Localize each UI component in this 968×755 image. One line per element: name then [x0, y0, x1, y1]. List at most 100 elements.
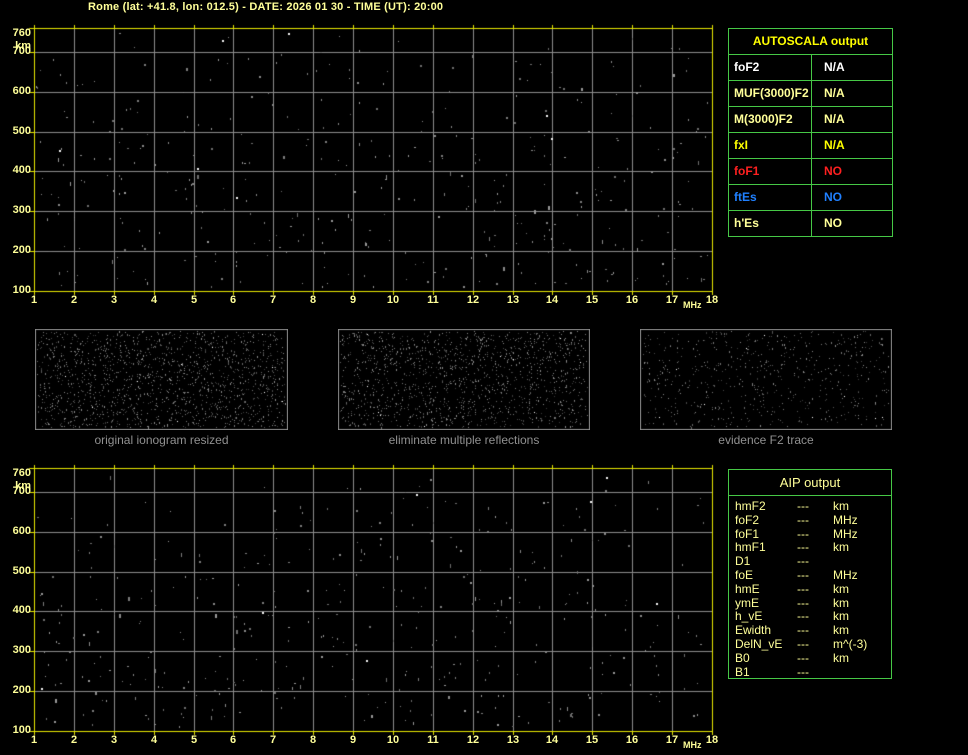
x-axis-tick-label: 17	[665, 294, 679, 306]
aip-param-value: ---	[797, 609, 809, 624]
x-axis-tick-label: 9	[349, 294, 357, 306]
autoscala-param-value: N/A	[824, 60, 845, 74]
autoscala-param-label: foF2	[729, 55, 812, 80]
autoscala-param-value: N/A	[824, 86, 845, 100]
aip-row: hmF1 --- km	[729, 541, 891, 555]
aip-param-value: ---	[797, 664, 809, 679]
x-axis-tick-label: 6	[229, 734, 237, 746]
aip-param-value: ---	[797, 595, 809, 610]
aip-row: Ewidth --- km	[729, 623, 891, 638]
autoscala-param-value: NO	[824, 190, 842, 204]
aip-param-value: ---	[797, 540, 809, 555]
aip-param-unit: MHz	[833, 526, 858, 541]
autoscala-row: MUF(3000)F2 N/A	[729, 81, 892, 107]
aip-param-value: ---	[797, 636, 809, 651]
x-axis-tick-label: 9	[349, 734, 357, 746]
aip-param-value: ---	[797, 499, 809, 513]
x-axis-tick-label: 8	[309, 734, 317, 746]
x-axis-tick-label: 7	[269, 294, 277, 306]
aip-param-unit: km	[833, 595, 849, 610]
x-axis-tick-label: 18	[705, 734, 719, 746]
y-axis-tick-label: 400	[12, 164, 31, 177]
y-axis-tick-label: 600	[12, 84, 31, 97]
panel-caption-original-ionogram: original ionogram resized	[94, 433, 229, 447]
aip-param-label: foF2	[735, 512, 760, 527]
aip-param-label: foE	[735, 567, 754, 582]
x-axis-tick-label: 11	[427, 734, 439, 746]
aip-param-value: ---	[797, 581, 809, 596]
aip-row: hmF2 --- km	[729, 499, 891, 514]
aip-row: foE --- MHz	[729, 567, 891, 583]
y-axis-tick-label: 600	[12, 524, 31, 537]
x-axis-tick-label: 2	[70, 734, 78, 746]
aip-param-label: hmE	[735, 581, 760, 596]
y-axis-tick-label: 200	[12, 244, 31, 257]
aip-param-unit: km	[833, 499, 849, 513]
y-axis-unit-label: km	[15, 40, 31, 52]
autoscala-param-label: foF1	[729, 159, 812, 184]
aip-param-unit	[833, 555, 891, 569]
autoscala-param-value: NO	[824, 216, 842, 230]
autoscala-param-label: M(3000)F2	[729, 107, 812, 132]
aip-param-label: B0	[735, 650, 750, 665]
aip-param-label: foF1	[735, 526, 760, 541]
aip-param-value: ---	[797, 623, 809, 638]
autoscala-row: foF1 NO	[729, 159, 892, 185]
aip-param-label: DelN_vE	[735, 636, 783, 651]
x-axis-tick-label: 17	[665, 734, 679, 746]
y-axis-tick-label: 300	[12, 644, 31, 657]
aip-param-unit	[833, 666, 891, 680]
autoscala-table-title: AUTOSCALA output	[729, 29, 892, 55]
aip-param-label: hmF2	[735, 499, 766, 513]
aip-row: foF1 --- MHz	[729, 526, 891, 542]
aip-row: ymE --- km	[729, 595, 891, 611]
ionogram-plot-bottom	[27, 461, 719, 743]
autoscala-param-label: ftEs	[729, 185, 812, 210]
x-axis-tick-label: 15	[585, 294, 599, 306]
x-axis-tick-label: 16	[625, 734, 639, 746]
aip-param-label: Ewidth	[735, 623, 772, 638]
x-axis-tick-label: 14	[545, 734, 559, 746]
aip-row: hmE --- km	[729, 581, 891, 597]
x-axis-tick-label: 7	[269, 734, 277, 746]
y-axis-tick-label: 300	[12, 204, 31, 217]
x-axis-tick-label: 3	[110, 734, 118, 746]
x-axis-tick-label: 5	[190, 294, 198, 306]
x-axis-tick-label: 12	[466, 294, 480, 306]
x-axis-tick-label: 6	[229, 294, 237, 306]
aip-param-value: ---	[797, 554, 809, 569]
aip-table-rows: hmF2 --- km foF2 --- MHz foF1 --- MHz hmF1 --- km D1…	[729, 496, 891, 679]
x-axis-tick-label: 11	[427, 294, 439, 306]
aip-param-label: h_vE	[735, 609, 763, 624]
x-axis-tick-label: 3	[110, 294, 118, 306]
y-axis-tick-label: 200	[12, 684, 31, 697]
panel-eliminate-multiple-reflections	[338, 329, 590, 430]
aip-row: D1 ---	[729, 554, 891, 569]
x-axis-unit-label: MHz	[683, 300, 702, 310]
x-axis-tick-label: 10	[386, 294, 400, 306]
y-axis-tick-label: 500	[12, 564, 31, 577]
panel-original-ionogram-resized	[35, 329, 288, 430]
x-axis-tick-label: 4	[150, 294, 158, 306]
aip-param-value: ---	[797, 526, 809, 541]
x-axis-tick-label: 14	[545, 294, 559, 306]
autoscala-table-rows: foF2 N/A MUF(3000)F2 N/A M(3000)F2 N/A fxI N/A f…	[729, 55, 892, 236]
x-axis-tick-label: 18	[705, 294, 719, 306]
x-axis-tick-label: 13	[506, 294, 520, 306]
aip-param-unit: km	[833, 609, 849, 624]
x-axis-tick-label: 15	[585, 734, 599, 746]
aip-param-label: B1	[735, 664, 750, 679]
aip-output-table: AIP output hmF2 --- km foF2 --- MHz foF1 --- MHz…	[728, 469, 892, 679]
aip-param-value: ---	[797, 512, 809, 527]
y-axis-tick-label: 500	[12, 124, 31, 137]
autoscala-output-screen: Rome (lat: +41.8, lon: 012.5) - DATE: 20…	[0, 0, 968, 755]
aip-param-value: ---	[797, 567, 809, 582]
aip-param-unit: m^(-3)	[833, 636, 868, 651]
x-axis-tick-label: 8	[309, 294, 317, 306]
autoscala-row: h'Es NO	[729, 211, 892, 236]
aip-row: DelN_vE --- m^(-3)	[729, 636, 891, 652]
y-axis-tick-label: 760	[12, 27, 31, 39]
aip-param-unit: MHz	[833, 567, 858, 582]
x-axis-tick-label: 2	[70, 294, 78, 306]
autoscala-row: foF2 N/A	[729, 55, 892, 81]
